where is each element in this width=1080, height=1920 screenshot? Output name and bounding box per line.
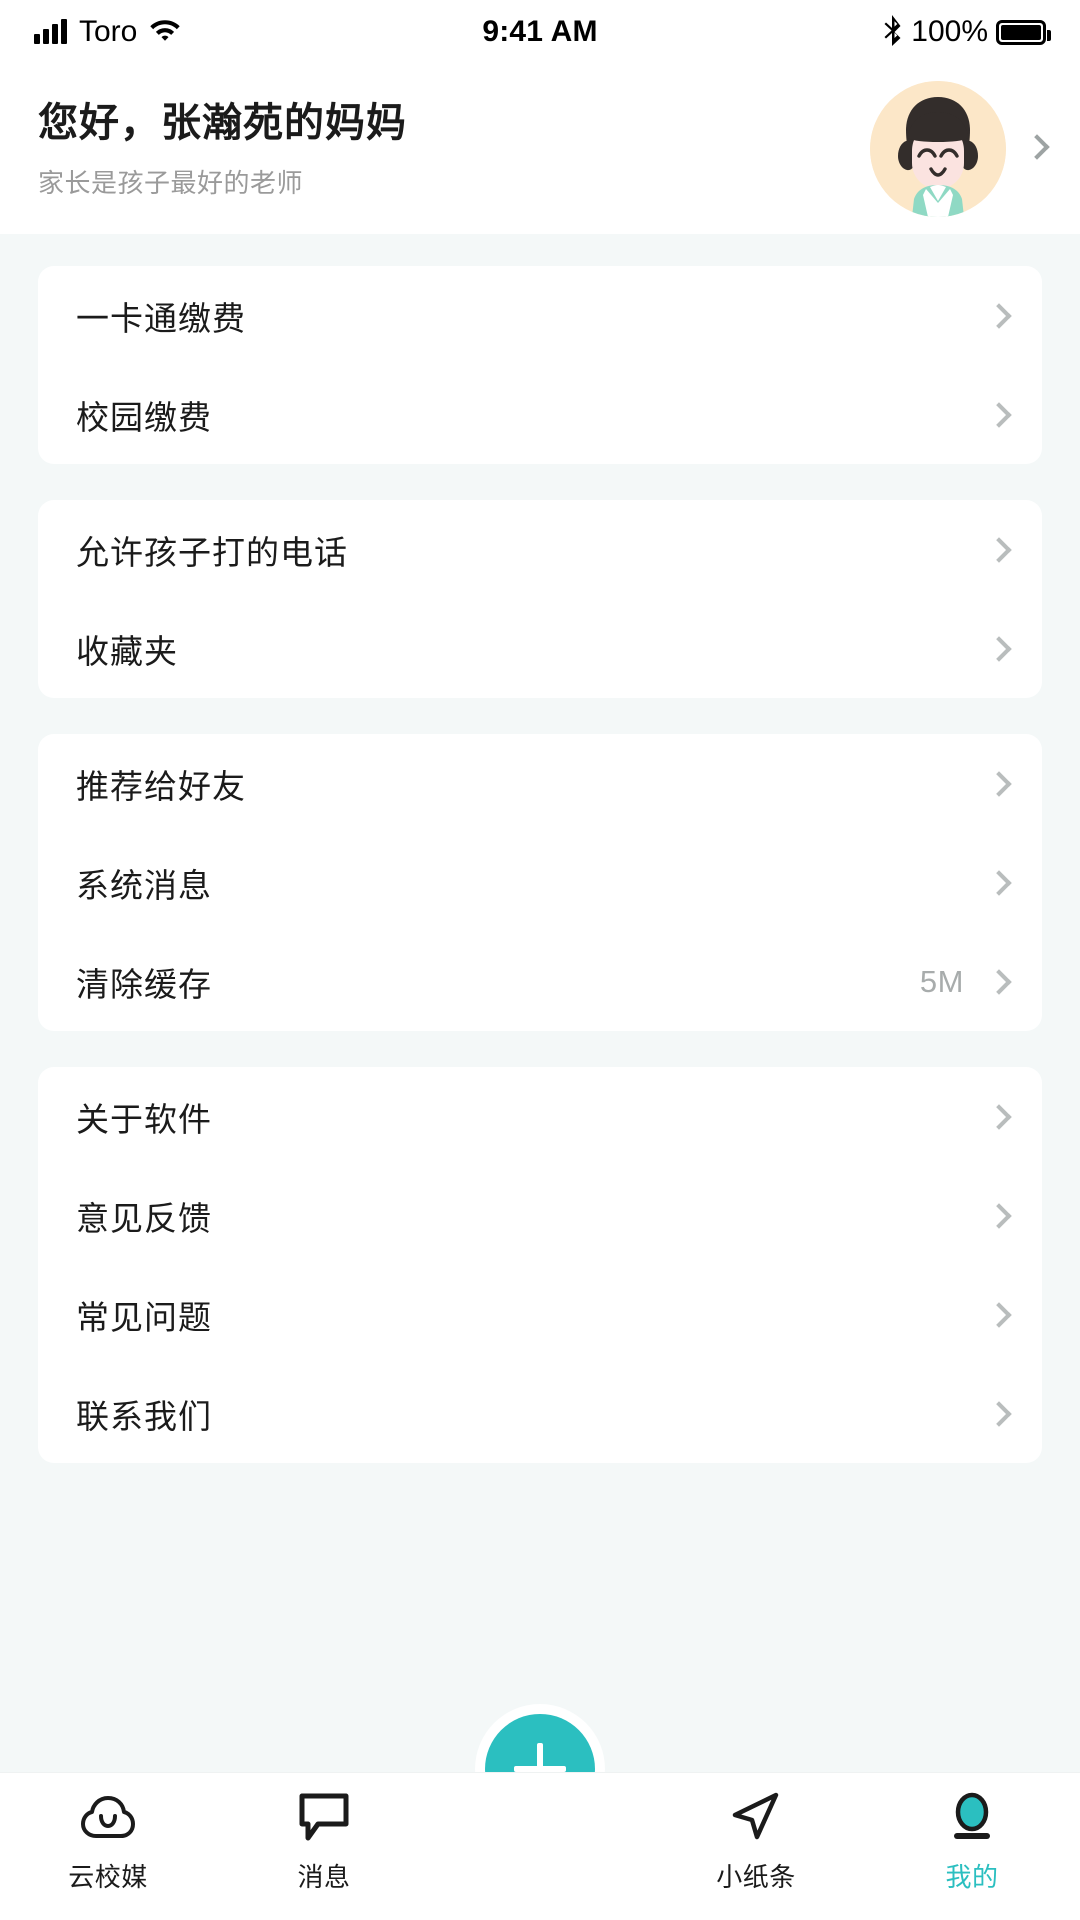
list-item[interactable]: 常见问题 (38, 1265, 1042, 1364)
row-label: 意见反馈 (76, 1199, 212, 1237)
status-bar-left: Toro (34, 15, 181, 49)
settings-card-controls: 允许孩子打的电话 收藏夹 (38, 500, 1042, 698)
list-item[interactable]: 收藏夹 (38, 599, 1042, 698)
bluetooth-icon (883, 14, 903, 51)
chevron-right-icon (986, 770, 1012, 797)
settings-card-general: 推荐给好友 系统消息 清除缓存 5M (38, 734, 1042, 1031)
list-item[interactable]: 校园缴费 (38, 365, 1042, 464)
row-label: 一卡通缴费 (76, 299, 246, 337)
row-label: 收藏夹 (76, 632, 178, 670)
row-label: 校园缴费 (76, 398, 212, 436)
chevron-right-icon (986, 1103, 1012, 1130)
list-item[interactable]: 关于软件 (38, 1067, 1042, 1166)
settings-card-payments: 一卡通缴费 校园缴费 (38, 266, 1042, 464)
clock-label: 9:41 AM (482, 15, 598, 48)
header-text-block: 您好，张瀚苑的妈妈 家长是孩子最好的老师 (38, 99, 870, 200)
tab-label: 云校媒 (68, 1862, 148, 1892)
status-bar: Toro 9:41 AM 100% (0, 0, 1080, 64)
battery-percent-label: 100% (911, 15, 988, 48)
settings-card-about: 关于软件 意见反馈 常见问题 联系我们 (38, 1067, 1042, 1463)
status-bar-right: 100% (883, 14, 1051, 51)
tab-messages[interactable]: 消息 (216, 1773, 432, 1894)
list-item[interactable]: 一卡通缴费 (38, 266, 1042, 365)
message-bubble-icon (298, 1789, 350, 1845)
signal-bars-icon (34, 19, 67, 44)
wifi-icon (149, 17, 181, 48)
chevron-right-icon (986, 968, 1012, 995)
profile-header[interactable]: 您好，张瀚苑的妈妈 家长是孩子最好的老师 (0, 64, 1080, 234)
cloud-icon (81, 1789, 135, 1845)
row-label: 系统消息 (76, 866, 212, 904)
settings-list: 一卡通缴费 校园缴费 允许孩子打的电话 收藏夹 推荐给好友 系统消息 清除缓存 … (0, 234, 1080, 1920)
tab-label: 小纸条 (716, 1862, 796, 1892)
list-item[interactable]: 允许孩子打的电话 (38, 500, 1042, 599)
greeting-subtitle: 家长是孩子最好的老师 (38, 167, 304, 198)
row-label: 清除缓存 (76, 965, 212, 1003)
chevron-right-icon[interactable] (1024, 133, 1050, 161)
row-label: 常见问题 (76, 1298, 212, 1336)
row-label: 推荐给好友 (76, 767, 246, 805)
list-item[interactable]: 联系我们 (38, 1364, 1042, 1463)
list-item[interactable]: 推荐给好友 (38, 734, 1042, 833)
tab-label: 消息 (297, 1862, 351, 1892)
avatar-illustration (870, 81, 1006, 217)
list-item[interactable]: 系统消息 (38, 833, 1042, 932)
app-screen: Toro 9:41 AM 100% 您好，张瀚苑的妈妈 家长是孩子最好的老师 一… (0, 0, 1080, 1920)
battery-full-icon (996, 19, 1051, 45)
chevron-right-icon (986, 1301, 1012, 1328)
cache-size-value: 5M (919, 963, 964, 999)
avatar[interactable] (870, 81, 1006, 217)
bottom-tab-bar: 云校媒 消息 小纸条 我的 (0, 1772, 1080, 1920)
carrier-label: Toro (79, 15, 138, 48)
row-label: 联系我们 (76, 1397, 212, 1435)
chevron-right-icon (986, 1400, 1012, 1427)
chevron-right-icon (986, 536, 1012, 563)
chevron-right-icon (986, 1202, 1012, 1229)
chevron-right-icon (986, 869, 1012, 896)
chevron-right-icon (986, 302, 1012, 329)
paper-plane-icon (729, 1789, 783, 1845)
tab-profile[interactable]: 我的 (864, 1773, 1080, 1894)
row-label: 允许孩子打的电话 (76, 533, 348, 571)
row-label: 关于软件 (76, 1100, 212, 1138)
chevron-right-icon (986, 635, 1012, 662)
tab-bar-fab-spacer (432, 1773, 648, 1789)
list-item[interactable]: 清除缓存 5M (38, 932, 1042, 1031)
chevron-right-icon (986, 401, 1012, 428)
list-item[interactable]: 意见反馈 (38, 1166, 1042, 1265)
profile-icon (945, 1789, 999, 1845)
tab-notes[interactable]: 小纸条 (648, 1773, 864, 1894)
tab-label: 我的 (945, 1862, 999, 1892)
greeting-title: 您好，张瀚苑的妈妈 (38, 100, 407, 145)
tab-yunxiaomei[interactable]: 云校媒 (0, 1773, 216, 1894)
